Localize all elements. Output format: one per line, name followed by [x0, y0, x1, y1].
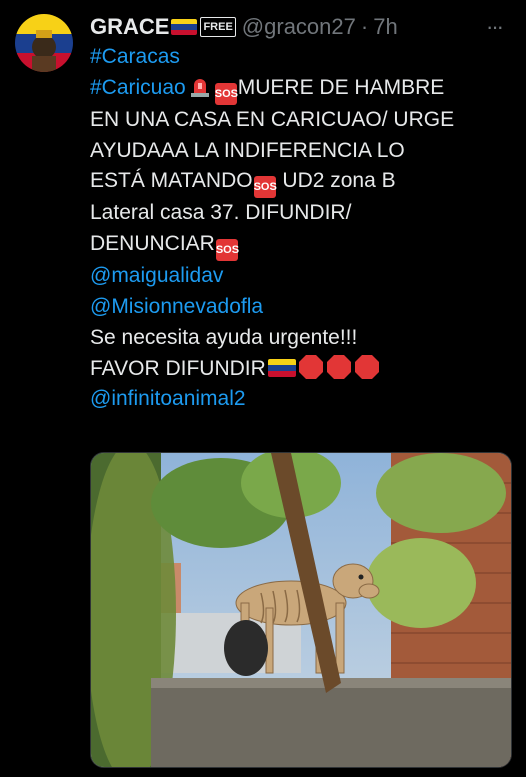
- mention-infinitoanimal2[interactable]: @infinitoanimal2: [90, 387, 246, 410]
- sos-icon: SOS: [253, 176, 277, 199]
- text-line: ESTÁ MATANDO: [90, 169, 253, 193]
- timestamp[interactable]: 7h: [373, 14, 397, 40]
- tweet-photo[interactable]: [90, 452, 512, 768]
- text-line: MUERE DE HAMBRE: [237, 75, 445, 99]
- stop-sign-icon: [326, 354, 352, 380]
- mention-misionnevadofla[interactable]: @Misionnevadofla: [90, 295, 263, 318]
- sos-icon: SOS: [214, 82, 238, 105]
- handle[interactable]: @gracon27: [242, 14, 356, 40]
- siren-icon: [188, 74, 212, 98]
- hashtag-caricuao[interactable]: #Caricuao: [90, 76, 186, 99]
- text-line: UD2 zona B: [276, 169, 396, 193]
- mention-maigualidav[interactable]: @maigualidav: [90, 264, 223, 287]
- stop-sign-icon: [354, 354, 380, 380]
- text-line: AYUDAAA LA INDIFERENCIA LO: [90, 138, 405, 162]
- tweet-text: #Caracas #Caricuao SOSMUERE DE HAMBRE EN …: [90, 42, 510, 415]
- text-line: EN UNA CASA EN CARICUAO/ URGE: [90, 107, 455, 131]
- text-line: DENUNCIAR: [90, 232, 215, 256]
- free-badge-icon: FREE: [200, 17, 236, 37]
- separator: ·: [360, 14, 369, 39]
- tweet-header: GRACE FREE @gracon27 · 7h ···: [90, 14, 506, 40]
- text-line: Lateral casa 37. DIFUNDIR/: [90, 201, 352, 225]
- text-line: Se necesita ayuda urgente!!!: [90, 325, 358, 349]
- stop-sign-icon: [298, 354, 324, 380]
- venezuela-flag-icon: [171, 19, 198, 35]
- venezuela-flag-icon: [267, 358, 296, 377]
- display-name[interactable]: GRACE: [90, 14, 169, 40]
- sos-icon: SOS: [215, 239, 239, 262]
- avatar[interactable]: [15, 14, 73, 72]
- more-icon[interactable]: ···: [486, 14, 504, 40]
- hashtag-caracas[interactable]: #Caracas: [90, 45, 180, 68]
- text-line: FAVOR DIFUNDIR: [90, 356, 266, 380]
